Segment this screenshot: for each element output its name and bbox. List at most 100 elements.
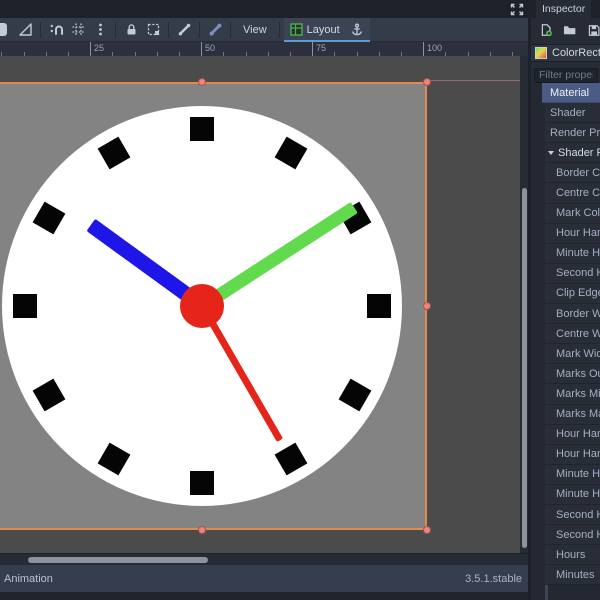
smart-snap-button[interactable] bbox=[45, 18, 67, 42]
bottom-strip bbox=[0, 592, 528, 600]
property-row-second-hand-length[interactable]: Second Hand Length bbox=[545, 504, 600, 526]
property-row-clip-edges[interactable]: Clip Edges bbox=[545, 283, 600, 305]
property-label: Mark Color bbox=[556, 207, 600, 220]
property-list: Material Shader Render Priority Shader Para… bbox=[531, 83, 600, 600]
inspector-toolbar bbox=[531, 18, 600, 42]
separator bbox=[230, 21, 231, 38]
property-row-centre-width[interactable]: Centre Width bbox=[545, 324, 600, 345]
property-label: Shader Param bbox=[558, 146, 600, 159]
property-row-shader[interactable]: Shader bbox=[545, 103, 600, 124]
filter-properties-input[interactable] bbox=[534, 67, 598, 83]
bone-tool-button[interactable] bbox=[173, 18, 195, 42]
ruler-tool-button[interactable] bbox=[14, 18, 36, 42]
snap-options-menu-button[interactable] bbox=[89, 18, 111, 42]
property-row-border-width[interactable]: Border Width bbox=[545, 304, 600, 325]
property-label: Minute Hand Width bbox=[556, 488, 600, 501]
separator bbox=[168, 21, 169, 38]
view-menu-button[interactable]: View bbox=[235, 18, 275, 42]
property-row-minute-hand-width[interactable]: Minute Hand Width bbox=[545, 484, 600, 505]
2d-viewport-canvas[interactable] bbox=[0, 56, 528, 553]
property-row-marks-major[interactable]: Marks Major bbox=[545, 404, 600, 425]
property-row-mark-width[interactable]: Mark Width bbox=[545, 344, 600, 365]
godot-editor-window: View Layout 25 50 75 100 Animation 3.5.1… bbox=[0, 0, 600, 600]
lock-selection-button[interactable] bbox=[120, 18, 142, 42]
property-label: Second Hand Color bbox=[556, 267, 600, 280]
load-resource-folder-icon[interactable] bbox=[563, 24, 576, 36]
lock-icon bbox=[127, 24, 135, 35]
horizontal-scrollbar-grabber[interactable] bbox=[28, 557, 208, 563]
layout-grid-icon[interactable] bbox=[289, 23, 303, 36]
property-row-second-hand-color[interactable]: Second Hand Color bbox=[545, 263, 600, 284]
property-label: Second Hand Length bbox=[556, 508, 600, 521]
property-row-minute-hand-length[interactable]: Minute Hand Length bbox=[545, 464, 600, 485]
property-label: Render Priority bbox=[550, 126, 600, 139]
property-row-mark-color[interactable]: Mark Color bbox=[545, 203, 600, 224]
save-resource-icon[interactable] bbox=[588, 24, 600, 37]
selection-handle[interactable] bbox=[198, 526, 206, 534]
pan-tool-icon[interactable] bbox=[0, 23, 7, 36]
property-row-marks-minor[interactable]: Marks Minor bbox=[545, 384, 600, 405]
property-row-render-priority[interactable]: Render Priority bbox=[545, 123, 600, 144]
bottom-panel-bar: Animation 3.5.1.stable bbox=[0, 565, 528, 592]
property-row-hours[interactable]: Hours bbox=[545, 545, 600, 566]
property-label: Marks Major bbox=[556, 408, 600, 421]
selection-handle[interactable] bbox=[198, 78, 206, 86]
selection-handle[interactable] bbox=[423, 78, 431, 86]
property-row-border-color[interactable]: Border Color bbox=[545, 163, 600, 184]
property-row-second-hand-width[interactable]: Second Hand Width bbox=[545, 525, 600, 546]
expand-viewport-button[interactable] bbox=[510, 3, 524, 16]
chevron-down-icon bbox=[548, 150, 554, 155]
ruler-label: 100 bbox=[427, 43, 443, 53]
layout-anchor-group: Layout bbox=[283, 17, 370, 42]
three-dots-menu-icon bbox=[98, 23, 102, 36]
bone-icon bbox=[178, 23, 190, 36]
ruler-label: 25 bbox=[94, 43, 105, 53]
property-label: Clip Edges bbox=[556, 287, 600, 300]
layout-menu-button[interactable]: Layout bbox=[307, 24, 340, 36]
selection-handle[interactable] bbox=[423, 526, 431, 534]
ruler-icon bbox=[18, 23, 32, 36]
property-row-shader-param[interactable]: Shader Param bbox=[545, 143, 600, 164]
ruler-tick bbox=[201, 42, 203, 56]
grid-snap-button[interactable] bbox=[67, 18, 89, 42]
property-row-hour-hand-color[interactable]: Hour Hand Color bbox=[545, 223, 600, 244]
clock-hour-mark bbox=[367, 294, 391, 318]
colorrect-node-icon bbox=[535, 47, 547, 59]
edited-object-row[interactable]: ColorRect bbox=[531, 44, 600, 62]
clock-hour-mark bbox=[190, 117, 214, 141]
new-resource-icon[interactable] bbox=[540, 23, 552, 37]
property-row-centre-color[interactable]: Centre Color bbox=[545, 183, 600, 204]
property-label: Shader bbox=[550, 106, 586, 119]
viewport-top-strip bbox=[0, 0, 528, 18]
viewport-horizontal-scrollbar[interactable] bbox=[0, 553, 528, 565]
property-row-marks-outer[interactable]: Marks Outer bbox=[545, 364, 600, 385]
ruler-tick bbox=[312, 42, 314, 56]
property-label: Minutes bbox=[556, 568, 595, 581]
property-row-minute-hand-color[interactable]: Minute Hand Color bbox=[545, 243, 600, 264]
vertical-scrollbar-grabber[interactable] bbox=[521, 188, 527, 548]
skeleton-options-button[interactable] bbox=[204, 18, 226, 42]
anchor-icon[interactable] bbox=[350, 23, 364, 37]
expand-icon bbox=[510, 3, 524, 16]
viewport-vertical-scrollbar[interactable] bbox=[520, 56, 528, 553]
property-label: Material bbox=[550, 86, 590, 99]
property-label: Hours bbox=[556, 548, 586, 561]
animation-panel-button[interactable]: Animation bbox=[4, 573, 53, 585]
property-label: Minute Hand Color bbox=[556, 247, 600, 260]
property-row-minutes[interactable]: Minutes bbox=[545, 565, 600, 586]
property-label: Border Color bbox=[556, 166, 600, 179]
inspector-tab[interactable]: Inspector bbox=[536, 0, 592, 18]
property-label: Minute Hand Length bbox=[556, 468, 600, 481]
canvas-toolbar: View Layout bbox=[0, 17, 528, 42]
property-label: Hour Hand Width bbox=[556, 448, 600, 461]
group-selection-button[interactable] bbox=[142, 18, 164, 42]
property-label: Marks Outer bbox=[556, 367, 600, 380]
property-row-material[interactable]: Material bbox=[542, 83, 600, 104]
ruler-label: 50 bbox=[205, 43, 216, 53]
clock-hour-mark bbox=[13, 294, 37, 318]
ruler-tick bbox=[90, 42, 92, 56]
property-row-hour-hand-width[interactable]: Hour Hand Width bbox=[545, 444, 600, 465]
property-row-hour-hand-length[interactable]: Hour Hand Length bbox=[545, 424, 600, 445]
selection-handle[interactable] bbox=[423, 302, 431, 310]
version-label: 3.5.1.stable bbox=[465, 572, 522, 585]
